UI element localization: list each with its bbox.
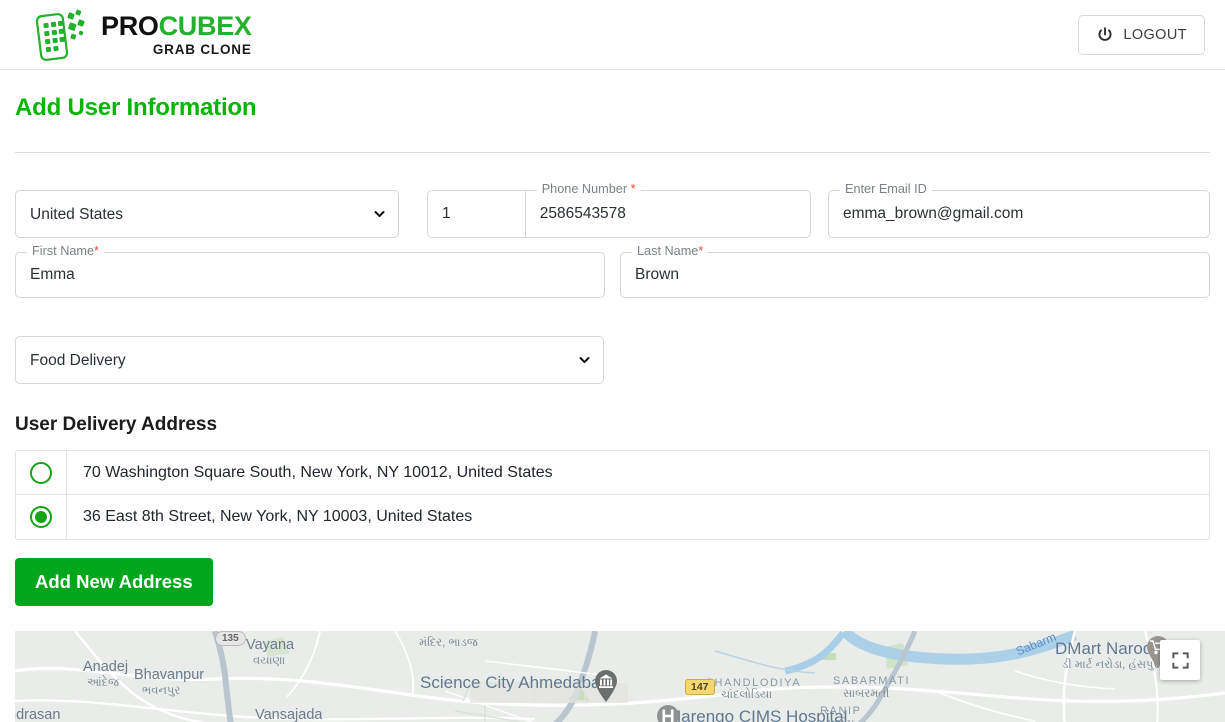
last-name-field[interactable]: Last Name*: [620, 252, 1210, 298]
address-list: 70 Washington Square South, New York, NY…: [15, 450, 1210, 540]
name-row: First Name* Last Name*: [15, 252, 1210, 298]
power-icon: [1096, 26, 1114, 44]
country-select-wrapper[interactable]: United States: [15, 190, 399, 238]
phone-label: Phone Number *: [537, 182, 641, 196]
first-name-input[interactable]: [16, 253, 604, 297]
logout-button[interactable]: LOGOUT: [1078, 15, 1205, 55]
museum-marker-icon[interactable]: [593, 669, 619, 703]
address-text: 70 Washington Square South, New York, NY…: [67, 464, 553, 482]
title-divider: [15, 152, 1210, 153]
procubex-phone-icon: [35, 9, 91, 61]
email-field[interactable]: Enter Email ID: [828, 190, 1210, 238]
address-radio-cell[interactable]: [16, 495, 67, 539]
email-input[interactable]: [829, 191, 1209, 237]
country-code-input[interactable]: [428, 191, 525, 237]
country-code-field[interactable]: [427, 190, 526, 238]
phone-label-text: Phone Number: [542, 182, 631, 196]
brand-subtitle: GRAB CLONE: [101, 43, 252, 57]
map-canvas: [15, 631, 1225, 722]
email-label: Enter Email ID: [840, 182, 932, 196]
service-select[interactable]: Food Delivery: [16, 337, 603, 383]
address-option-row[interactable]: 36 East 8th Street, New York, NY 10003, …: [16, 495, 1209, 539]
hospital-marker-icon[interactable]: [655, 704, 681, 722]
address-radio-cell[interactable]: [16, 451, 67, 494]
first-name-label: First Name*: [27, 244, 104, 258]
phone-input[interactable]: [526, 191, 810, 237]
phone-field[interactable]: Phone Number *: [526, 190, 811, 238]
highway-shield-147: 147: [685, 679, 715, 695]
service-select-wrapper[interactable]: Food Delivery: [15, 336, 604, 384]
first-name-required-mark: *: [94, 244, 99, 258]
app-header: PROCUBEX GRAB CLONE LOGOUT: [0, 0, 1225, 70]
brand-title-cubex: CUBEX: [159, 11, 252, 41]
logout-label: LOGOUT: [1123, 27, 1187, 43]
last-name-label-text: Last Name: [637, 244, 698, 258]
address-section-title: User Delivery Address: [15, 414, 1210, 436]
phone-required-mark: *: [631, 182, 636, 196]
service-row: Food Delivery: [15, 336, 1210, 384]
radio-selected-icon[interactable]: [30, 506, 52, 528]
radio-unselected-icon[interactable]: [30, 462, 52, 484]
last-name-label: Last Name*: [632, 244, 708, 258]
map-fullscreen-button[interactable]: [1160, 640, 1200, 680]
page-title: Add User Information: [15, 94, 1210, 122]
last-name-input[interactable]: [621, 253, 1209, 297]
last-name-required-mark: *: [698, 244, 703, 258]
first-name-label-text: First Name: [32, 244, 94, 258]
country-select[interactable]: United States: [16, 191, 398, 237]
page-content: Add User Information United States Phone…: [0, 94, 1225, 606]
fullscreen-icon: [1171, 651, 1190, 670]
brand-title: PROCUBEX: [101, 13, 252, 40]
address-option-row[interactable]: 70 Washington Square South, New York, NY…: [16, 451, 1209, 495]
first-name-field[interactable]: First Name*: [15, 252, 605, 298]
brand-logo: PROCUBEX GRAB CLONE: [35, 9, 252, 61]
brand-title-pro: PRO: [101, 11, 159, 41]
add-new-address-button[interactable]: Add New Address: [15, 558, 213, 606]
highway-shield-135: 135: [215, 631, 246, 646]
contact-row: United States Phone Number * Enter Email…: [15, 190, 1210, 238]
address-text: 36 East 8th Street, New York, NY 10003, …: [67, 508, 472, 526]
map-container[interactable]: Anadej આંદેજ Bhavanpur ભવનપુર Vayana વયા…: [15, 631, 1225, 722]
